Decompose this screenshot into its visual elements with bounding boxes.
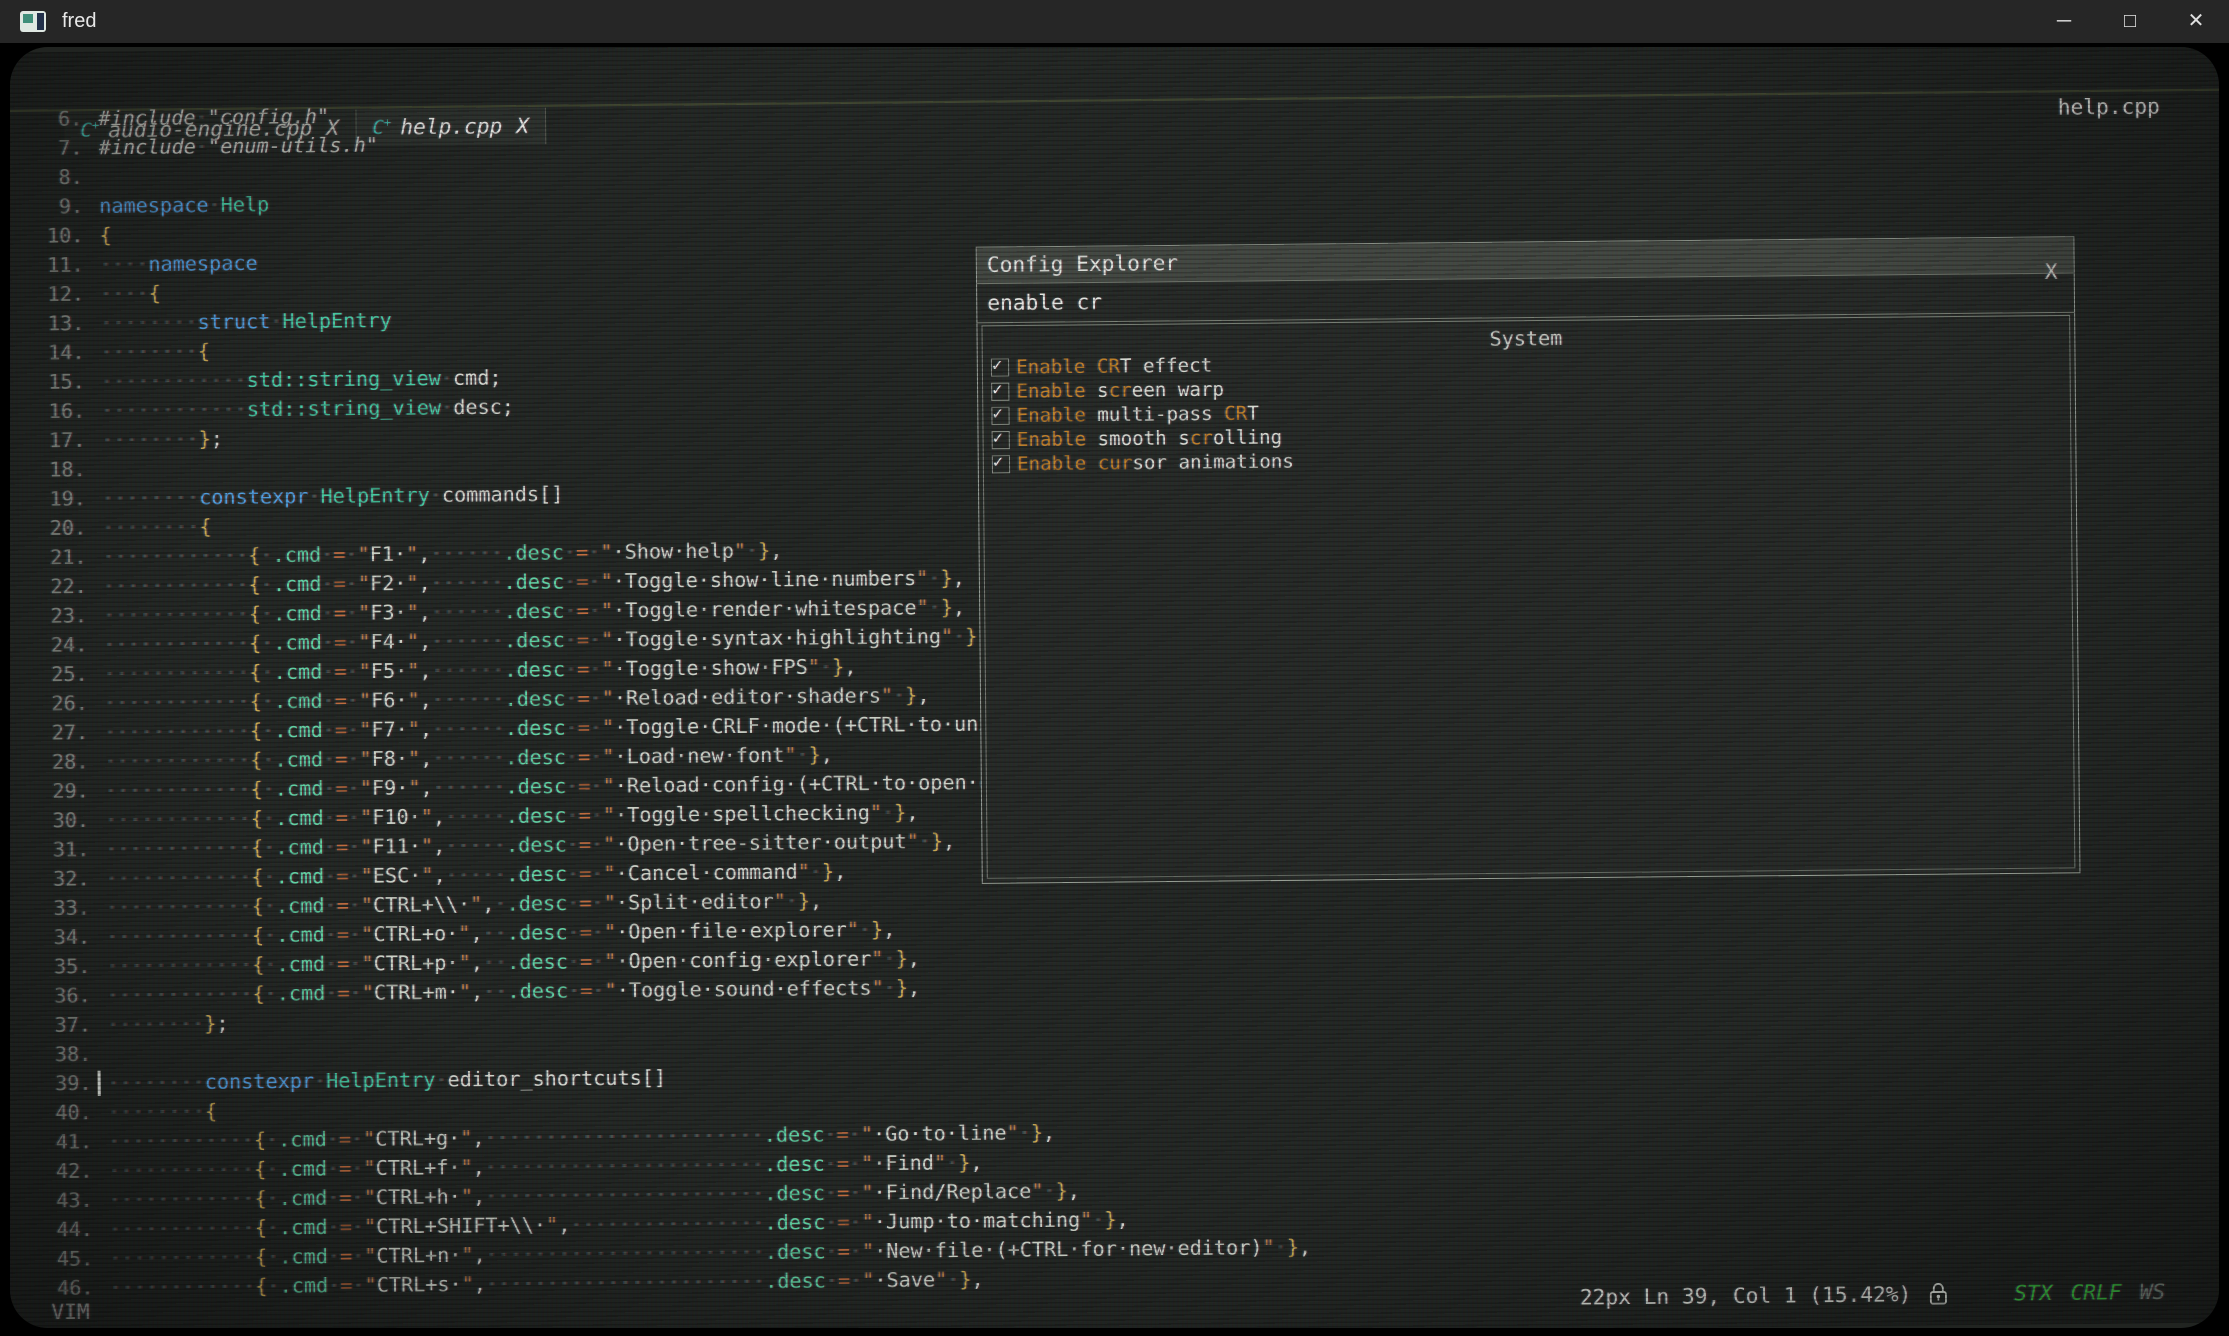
popup-body: System ✓Enable CRT effect✓Enable screen … — [981, 315, 2075, 879]
line-number: 14. — [10, 338, 85, 368]
line-number: 33. — [10, 893, 90, 923]
close-button[interactable]: ✕ — [2163, 0, 2229, 43]
window-controls: ─ □ ✕ — [2031, 0, 2229, 43]
line-number: 41. — [10, 1127, 92, 1157]
config-option-label: Enable smooth scrolling — [1017, 426, 1282, 451]
line-number: 45. — [10, 1244, 93, 1274]
line-number: 25. — [10, 660, 88, 690]
config-option-label: Enable CRT effect — [1016, 354, 1212, 378]
line-number: 27. — [10, 718, 88, 748]
line-number: 44. — [10, 1215, 93, 1245]
line-number: 34. — [10, 923, 90, 953]
checkbox-checked-icon[interactable]: ✓ — [991, 407, 1009, 425]
config-options-list: ✓ Enable CRT effect ✓ Enable screen warp ✓ En… — [983, 345, 2071, 476]
line-number: 9. — [10, 192, 83, 222]
line-number: 17. — [10, 426, 86, 456]
line-number: 20. — [10, 513, 86, 543]
vim-mode-indicator: VIM — [51, 1300, 89, 1325]
line-number: 26. — [10, 689, 88, 719]
config-option-label: Enable screen warp — [1016, 378, 1224, 402]
line-number: 32. — [10, 864, 90, 894]
config-explorer-popup: Config Explorer X enable cr System ✓Enab… — [976, 236, 2081, 884]
screen-content: C+ audio-engine.cpp X C+ help.cpp X help… — [10, 47, 2219, 1328]
line-number: 18. — [10, 455, 86, 485]
line-number: 43. — [10, 1186, 93, 1216]
line-number: 31. — [10, 835, 90, 865]
line-number: 22. — [10, 572, 87, 602]
popup-close-icon[interactable]: X — [2045, 260, 2058, 284]
window-titlebar: fred ─ □ ✕ — [0, 0, 2229, 43]
flag-ws: WS — [2140, 1280, 2166, 1304]
line-number: 39. — [10, 1069, 92, 1099]
line-number: 11. — [10, 250, 84, 280]
line-number: 36. — [10, 981, 91, 1011]
status-right: 22px Ln 39, Col 1 (15.42%) STX CRLF WS — [1580, 1279, 2165, 1311]
line-number: 13. — [10, 309, 84, 339]
line-number: 30. — [10, 806, 89, 836]
maximize-button[interactable]: □ — [2097, 0, 2163, 43]
line-number: 21. — [10, 543, 87, 573]
line-number: 7. — [10, 133, 83, 163]
line-number: 40. — [10, 1098, 92, 1128]
checkbox-checked-icon[interactable]: ✓ — [991, 383, 1009, 401]
flag-stx: STX — [2014, 1281, 2052, 1306]
line-number: 29. — [10, 776, 89, 806]
checkbox-checked-icon[interactable]: ✓ — [991, 358, 1009, 376]
position-indicator: 22px Ln 39, Col 1 (15.42%) — [1580, 1282, 1912, 1309]
line-number: 42. — [10, 1156, 93, 1186]
lock-icon — [1927, 1281, 1949, 1307]
line-number: 8. — [10, 163, 83, 193]
line-number: 15. — [10, 367, 85, 397]
line-number: 19. — [10, 484, 86, 514]
line-number: 38. — [10, 1040, 91, 1070]
flag-crlf: CRLF — [2070, 1280, 2121, 1305]
config-option-label: Enable multi-pass CRT — [1017, 402, 1259, 426]
text-cursor — [98, 1071, 101, 1096]
line-number: 16. — [10, 396, 85, 426]
line-number: 12. — [10, 280, 84, 310]
line-number: 23. — [10, 601, 87, 631]
line-number: 24. — [10, 630, 88, 660]
line-number: 28. — [10, 747, 89, 777]
window-title: fred — [62, 10, 96, 33]
app-icon — [20, 11, 46, 32]
config-option-label: Enable cursor animations — [1017, 450, 1294, 475]
checkbox-checked-icon[interactable]: ✓ — [992, 455, 1010, 473]
checkbox-checked-icon[interactable]: ✓ — [992, 431, 1010, 449]
line-number: 37. — [10, 1010, 91, 1040]
minimize-button[interactable]: ─ — [2031, 0, 2097, 43]
line-number: 35. — [10, 952, 91, 982]
line-number: 6. — [10, 104, 82, 134]
crt-screen: C+ audio-engine.cpp X C+ help.cpp X help… — [10, 47, 2219, 1328]
line-number: 10. — [10, 221, 84, 251]
